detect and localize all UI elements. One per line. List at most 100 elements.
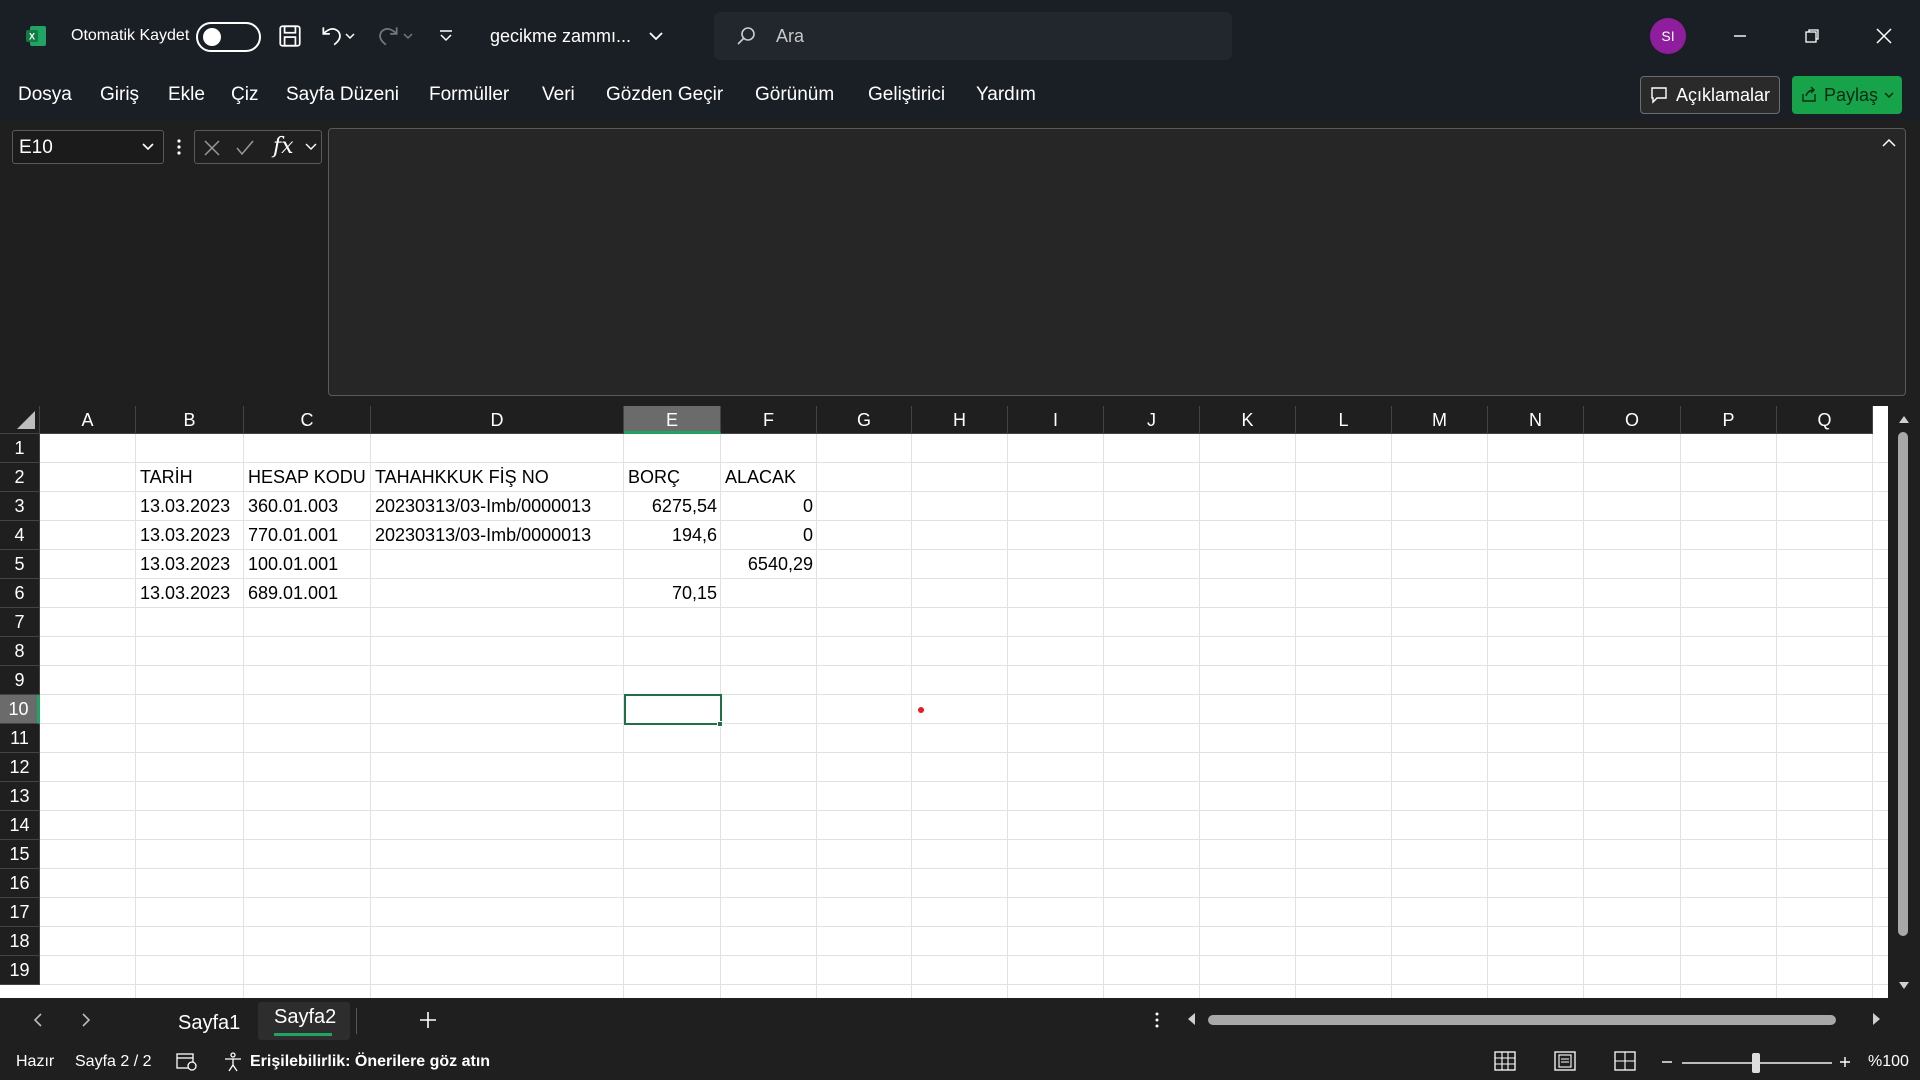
cell[interactable]: 194,6 [624, 521, 721, 550]
collapse-formula-icon[interactable] [1881, 137, 1897, 149]
normal-view-icon[interactable] [1494, 1051, 1516, 1071]
column-header[interactable]: I [1008, 406, 1104, 434]
macro-record-icon[interactable] [176, 1052, 198, 1072]
column-header[interactable]: E [624, 406, 721, 434]
row-header[interactable]: 12 [0, 753, 40, 782]
row-header[interactable]: 3 [0, 492, 40, 521]
next-sheet-icon[interactable] [80, 1012, 92, 1028]
prev-sheet-icon[interactable] [32, 1012, 44, 1028]
row-header[interactable]: 18 [0, 927, 40, 956]
column-header[interactable]: L [1296, 406, 1392, 434]
undo-dropdown-icon[interactable] [342, 20, 358, 52]
column-header[interactable]: J [1104, 406, 1200, 434]
document-title[interactable]: gecikme zammı... [490, 26, 631, 47]
column-header[interactable]: N [1488, 406, 1584, 434]
row-header[interactable]: 11 [0, 724, 40, 753]
row-header[interactable]: 16 [0, 869, 40, 898]
cell[interactable]: 6540,29 [721, 550, 817, 579]
enter-check-icon[interactable] [235, 139, 255, 157]
name-box[interactable]: E10 [12, 130, 164, 164]
cell[interactable]: 689.01.001 [244, 579, 371, 608]
zoom-level[interactable]: %100 [1868, 1053, 1909, 1071]
share-button[interactable]: Paylaş [1792, 76, 1902, 114]
menu-yardim[interactable]: Yardım [976, 84, 1036, 106]
column-header[interactable]: A [40, 406, 136, 434]
column-header[interactable]: P [1681, 406, 1777, 434]
column-header[interactable]: G [817, 406, 912, 434]
column-header[interactable]: O [1584, 406, 1681, 434]
cell[interactable]: BORÇ [624, 463, 721, 492]
scroll-up-icon[interactable] [1898, 414, 1910, 424]
scroll-right-icon[interactable] [1872, 1012, 1882, 1026]
zoom-slider-thumb[interactable] [1752, 1053, 1760, 1073]
fx-dropdown-icon[interactable] [305, 143, 317, 151]
cell[interactable]: ALACAK [721, 463, 817, 492]
title-dropdown-icon[interactable] [640, 20, 672, 52]
more-options-icon[interactable] [175, 134, 183, 160]
status-accessibility[interactable]: Erişilebilirlik: Önerilere göz atın [250, 1053, 490, 1071]
menu-gozden-gecir[interactable]: Gözden Geçir [606, 84, 723, 106]
comments-button[interactable]: Açıklamalar [1640, 76, 1780, 114]
insert-function-icon[interactable]: fx [273, 134, 294, 159]
column-header[interactable]: K [1200, 406, 1296, 434]
menu-veri[interactable]: Veri [542, 84, 575, 106]
menu-sayfa-duzeni[interactable]: Sayfa Düzeni [286, 84, 399, 106]
cell[interactable]: 13.03.2023 [136, 492, 244, 521]
cell[interactable]: 70,15 [624, 579, 721, 608]
row-header[interactable]: 15 [0, 840, 40, 869]
user-avatar[interactable]: SI [1650, 18, 1686, 54]
minimize-button[interactable] [1720, 18, 1760, 54]
column-header[interactable]: F [721, 406, 817, 434]
row-header[interactable]: 17 [0, 898, 40, 927]
customize-toolbar-icon[interactable] [430, 20, 462, 52]
row-header[interactable]: 5 [0, 550, 40, 579]
page-layout-view-icon[interactable] [1554, 1051, 1576, 1071]
cell[interactable]: TARİH [136, 463, 244, 492]
cell[interactable]: 13.03.2023 [136, 579, 244, 608]
menu-dosya[interactable]: Dosya [18, 84, 72, 106]
cell[interactable]: 13.03.2023 [136, 521, 244, 550]
column-header[interactable]: M [1392, 406, 1488, 434]
sheet-tab-sayfa2[interactable]: Sayfa2 [258, 1002, 350, 1040]
scroll-down-icon[interactable] [1898, 981, 1910, 991]
fill-handle[interactable] [717, 721, 723, 727]
tab-options-icon[interactable] [1154, 1010, 1160, 1030]
cell[interactable]: 0 [721, 521, 817, 550]
column-header[interactable]: H [912, 406, 1008, 434]
row-header[interactable]: 9 [0, 666, 40, 695]
cancel-icon[interactable] [203, 139, 221, 157]
page-break-view-icon[interactable] [1614, 1051, 1636, 1071]
add-sheet-icon[interactable] [418, 1010, 438, 1030]
row-header[interactable]: 1 [0, 434, 40, 463]
row-header[interactable]: 19 [0, 956, 40, 985]
cell[interactable]: 20230313/03-Imb/0000013 [371, 521, 624, 550]
active-cell[interactable] [624, 694, 722, 725]
search-box[interactable]: Ara [714, 12, 1232, 60]
row-header[interactable]: 14 [0, 811, 40, 840]
column-header[interactable]: B [136, 406, 244, 434]
row-header[interactable]: 6 [0, 579, 40, 608]
zoom-in-icon[interactable] [1838, 1055, 1852, 1069]
row-header[interactable]: 4 [0, 521, 40, 550]
menu-formuller[interactable]: Formüller [429, 84, 509, 106]
vertical-scrollbar[interactable] [1888, 406, 1920, 998]
select-all-corner[interactable] [0, 406, 40, 434]
cell[interactable]: 13.03.2023 [136, 550, 244, 579]
menu-ekle[interactable]: Ekle [168, 84, 205, 106]
cell[interactable]: 100.01.001 [244, 550, 371, 579]
vertical-scroll-thumb[interactable] [1898, 432, 1908, 936]
cell[interactable]: 770.01.001 [244, 521, 371, 550]
menu-ciz[interactable]: Çiz [231, 84, 258, 106]
cell[interactable]: HESAP KODU [244, 463, 371, 492]
cell[interactable]: 0 [721, 492, 817, 521]
cell[interactable]: 360.01.003 [244, 492, 371, 521]
row-header[interactable]: 7 [0, 608, 40, 637]
restore-button[interactable] [1792, 18, 1832, 54]
autosave-toggle[interactable] [196, 22, 261, 52]
row-header[interactable]: 8 [0, 637, 40, 666]
menu-giris[interactable]: Giriş [100, 84, 139, 106]
redo-dropdown-icon[interactable] [400, 20, 416, 52]
close-button[interactable] [1864, 18, 1904, 54]
zoom-out-icon[interactable] [1660, 1055, 1674, 1069]
column-header[interactable]: C [244, 406, 371, 434]
